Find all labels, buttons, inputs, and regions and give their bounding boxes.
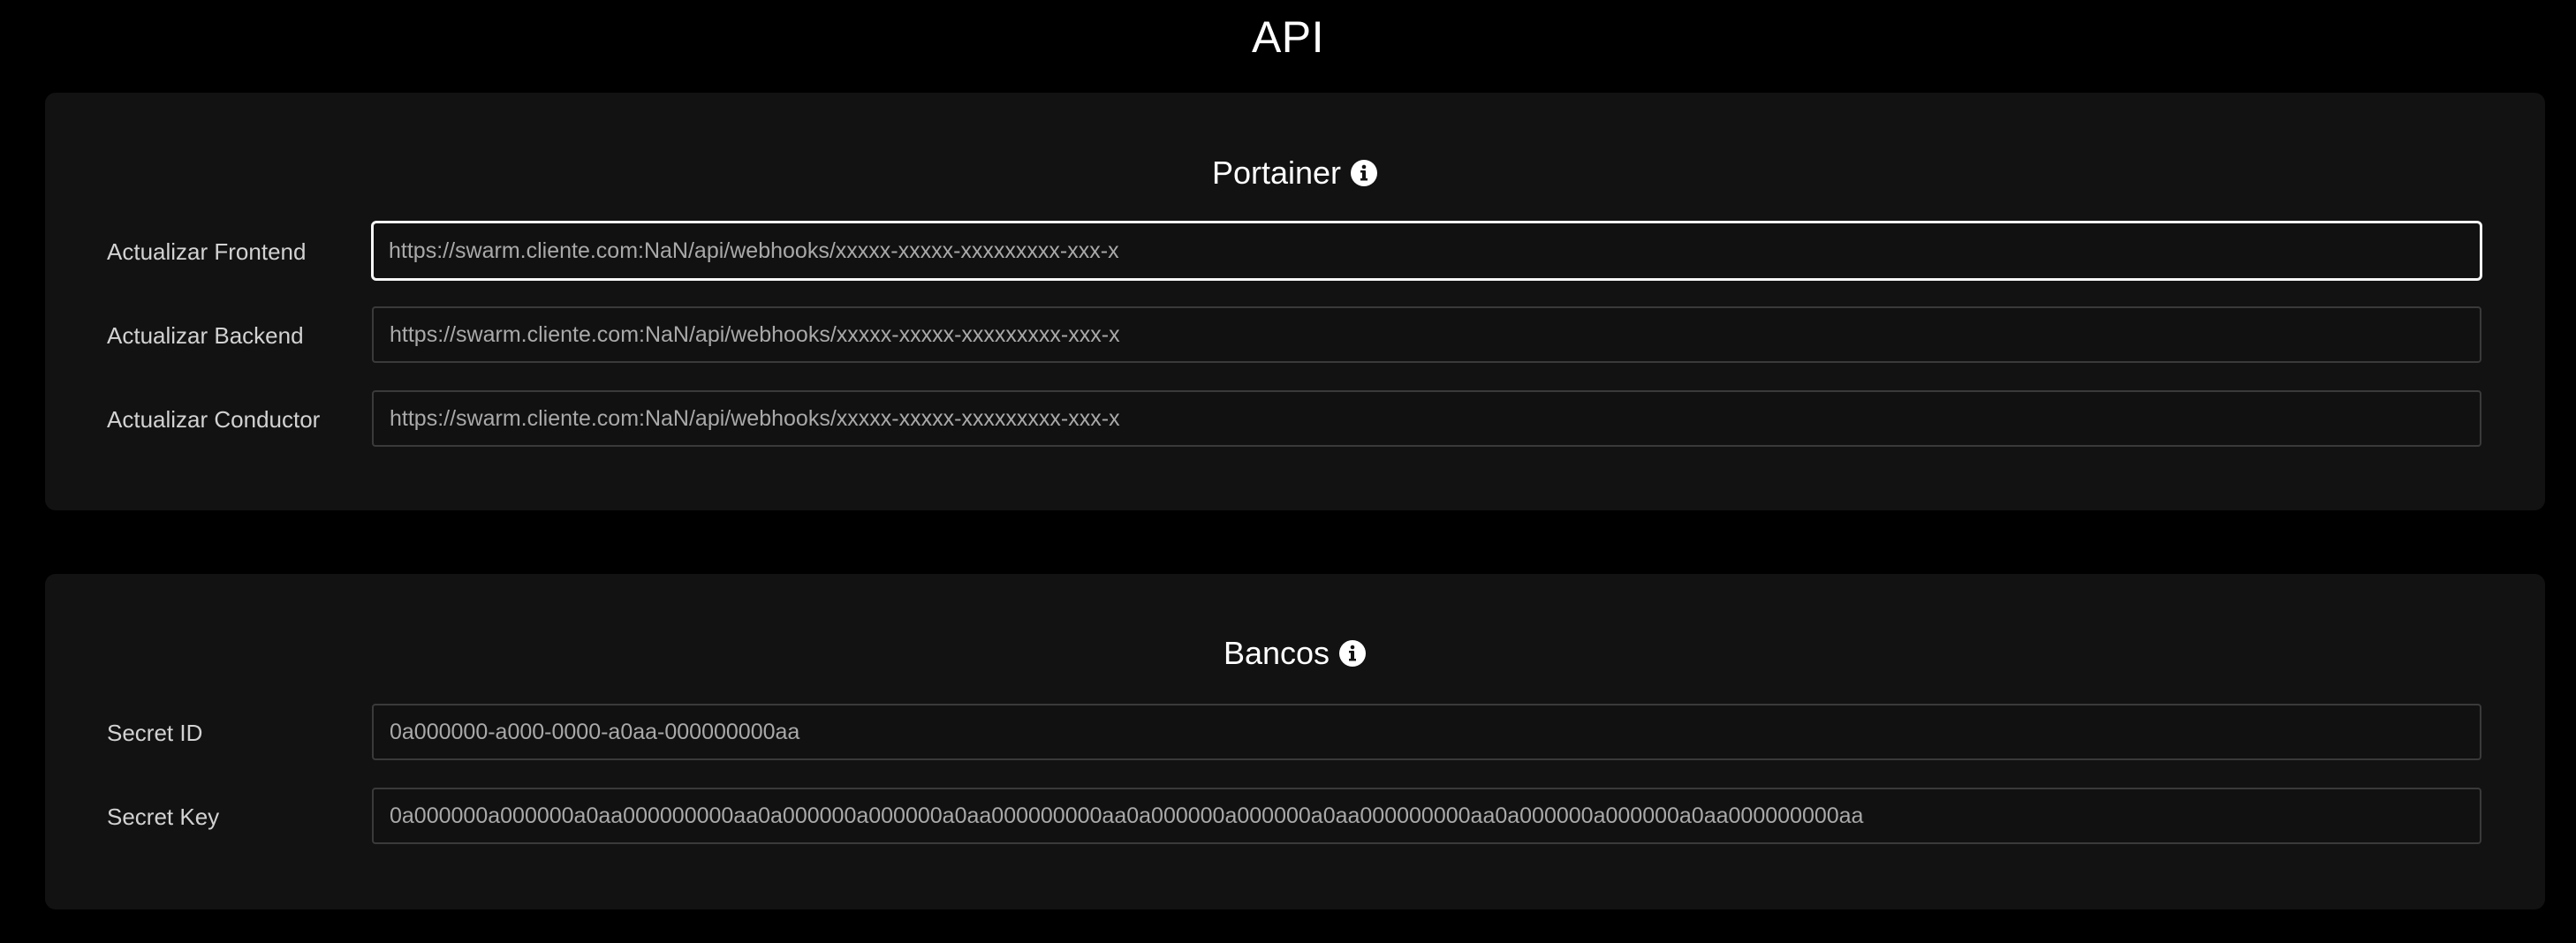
actualizar-backend-input[interactable] xyxy=(372,306,2481,363)
portainer-section-header: Portainer xyxy=(45,152,2545,194)
info-icon[interactable] xyxy=(1338,639,1367,668)
secret-id-input[interactable] xyxy=(372,704,2481,760)
actualizar-backend-label: Actualizar Backend xyxy=(107,322,304,349)
bancos-section-header: Bancos xyxy=(45,632,2545,675)
secret-id-label: Secret ID xyxy=(107,720,203,746)
actualizar-frontend-label: Actualizar Frontend xyxy=(107,238,307,265)
actualizar-conductor-input[interactable] xyxy=(372,390,2481,447)
bancos-title: Bancos xyxy=(1223,635,1330,671)
portainer-title: Portainer xyxy=(1211,155,1342,191)
secret-key-label: Secret Key xyxy=(107,803,220,830)
info-icon[interactable] xyxy=(1350,159,1378,187)
actualizar-conductor-label: Actualizar Conductor xyxy=(107,406,321,433)
actualizar-frontend-input[interactable] xyxy=(371,221,2482,281)
portainer-panel: Portainer Actualizar Frontend Actualizar… xyxy=(45,93,2545,510)
bancos-panel: Bancos Secret ID Secret Key xyxy=(45,574,2545,909)
page-title: API xyxy=(1251,12,1325,62)
secret-key-input[interactable] xyxy=(372,788,2481,844)
